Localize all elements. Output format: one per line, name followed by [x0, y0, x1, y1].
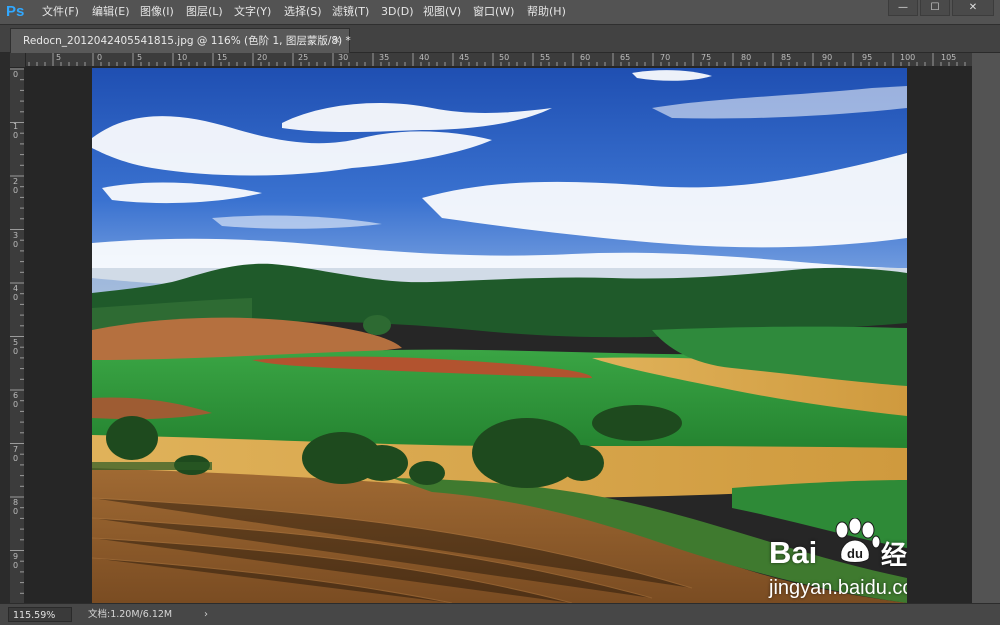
ruler-h-label: 95 — [862, 53, 873, 62]
menu-type[interactable]: 文字(Y) — [234, 0, 271, 24]
status-bar: 115.59% 文档:1.20M/6.12M › — [0, 603, 1000, 625]
ruler-v-label: 70 — [12, 445, 19, 463]
ruler-h-label: 85 — [781, 53, 792, 62]
ruler-v-label: 10 — [12, 122, 19, 140]
watermark-brand-right: 经验 — [881, 541, 907, 571]
document-tab[interactable]: Redocn_2012042405541815.jpg @ 116% (色阶 1… — [10, 28, 351, 53]
menu-edit[interactable]: 编辑(E) — [92, 0, 130, 24]
minimize-button[interactable]: — — [888, 0, 918, 16]
ruler-h-label: 90 — [822, 53, 833, 62]
tab-close-icon[interactable]: × — [333, 29, 341, 53]
ruler-h-label: 30 — [338, 53, 349, 62]
menu-layer[interactable]: 图层(L) — [186, 0, 223, 24]
menu-select[interactable]: 选择(S) — [284, 0, 322, 24]
ruler-h-label: 75 — [701, 53, 712, 62]
ruler-h-label: 105 — [941, 53, 957, 62]
document-tab-title: Redocn_2012042405541815.jpg @ 116% (色阶 1… — [23, 35, 351, 47]
ruler-v-label: 20 — [12, 177, 19, 195]
menu-bar: Ps 文件(F) 编辑(E) 图像(I) 图层(L) 文字(Y) 选择(S) 滤… — [0, 0, 1000, 25]
ruler-h-label: 5 — [137, 53, 143, 62]
ruler-h-label: 60 — [580, 53, 591, 62]
ruler-h-label: 45 — [459, 53, 470, 62]
ruler-h-label: 20 — [257, 53, 268, 62]
watermark-brand-left: Bai — [769, 535, 818, 570]
photoshop-logo[interactable]: Ps — [6, 2, 30, 21]
status-menu-arrow-icon[interactable]: › — [204, 604, 208, 625]
window-controls: — ☐ ✕ — [886, 0, 994, 16]
ruler-h-label: 65 — [620, 53, 631, 62]
ruler-v-label: 60 — [12, 391, 19, 409]
close-button[interactable]: ✕ — [952, 0, 994, 16]
document-size-info: 文档:1.20M/6.12M — [88, 609, 173, 620]
ruler-h-label: 15 — [217, 53, 228, 62]
baidu-watermark: Bai du 经验 jingyan.baidu.com — [769, 515, 907, 603]
document-image[interactable]: Bai du 经验 jingyan.baidu.com — [92, 68, 907, 603]
document-tab-bar: Redocn_2012042405541815.jpg @ 116% (色阶 1… — [0, 25, 1000, 53]
ruler-h-label: 80 — [741, 53, 752, 62]
ruler-horizontal[interactable]: 5 0 5 10 15 20 25 30 35 40 45 50 55 60 6… — [10, 53, 972, 67]
svg-text:du: du — [847, 546, 863, 561]
ruler-v-label: 30 — [12, 231, 19, 249]
menu-filter[interactable]: 滤镜(T) — [332, 0, 369, 24]
ruler-v-label: 50 — [12, 338, 19, 356]
ruler-v-label: 40 — [12, 284, 19, 302]
right-panel-dock[interactable] — [972, 53, 1000, 624]
menu-window[interactable]: 窗口(W) — [473, 0, 514, 24]
watermark-url: jingyan.baidu.com — [769, 577, 907, 599]
ruler-h-label: 50 — [499, 53, 510, 62]
ruler-h-label: 55 — [540, 53, 551, 62]
ruler-v-label: 0 — [12, 70, 19, 79]
menu-help[interactable]: 帮助(H) — [527, 0, 566, 24]
paw-icon: du — [835, 518, 881, 563]
ruler-h-label: 40 — [419, 53, 430, 62]
ruler-h-label: 100 — [900, 53, 916, 62]
menu-3d[interactable]: 3D(D) — [381, 0, 414, 24]
ruler-vertical-ticks — [10, 68, 24, 594]
ruler-corner[interactable] — [10, 53, 26, 68]
ruler-h-label: 35 — [379, 53, 390, 62]
menu-view[interactable]: 视图(V) — [423, 0, 461, 24]
ruler-h-label: 0 — [97, 53, 103, 62]
ruler-v-label: 80 — [12, 498, 19, 516]
menu-image[interactable]: 图像(I) — [140, 0, 174, 24]
ruler-h-label: 10 — [177, 53, 188, 62]
zoom-level-field[interactable]: 115.59% — [8, 607, 72, 622]
maximize-button[interactable]: ☐ — [920, 0, 950, 16]
ruler-h-label: 5 — [56, 53, 62, 62]
menu-file[interactable]: 文件(F) — [42, 0, 79, 24]
ruler-vertical[interactable]: 0 10 20 30 40 50 60 70 80 90 — [10, 67, 25, 603]
ruler-v-label: 90 — [12, 552, 19, 570]
ruler-h-label: 25 — [298, 53, 309, 62]
ruler-h-label: 70 — [660, 53, 671, 62]
